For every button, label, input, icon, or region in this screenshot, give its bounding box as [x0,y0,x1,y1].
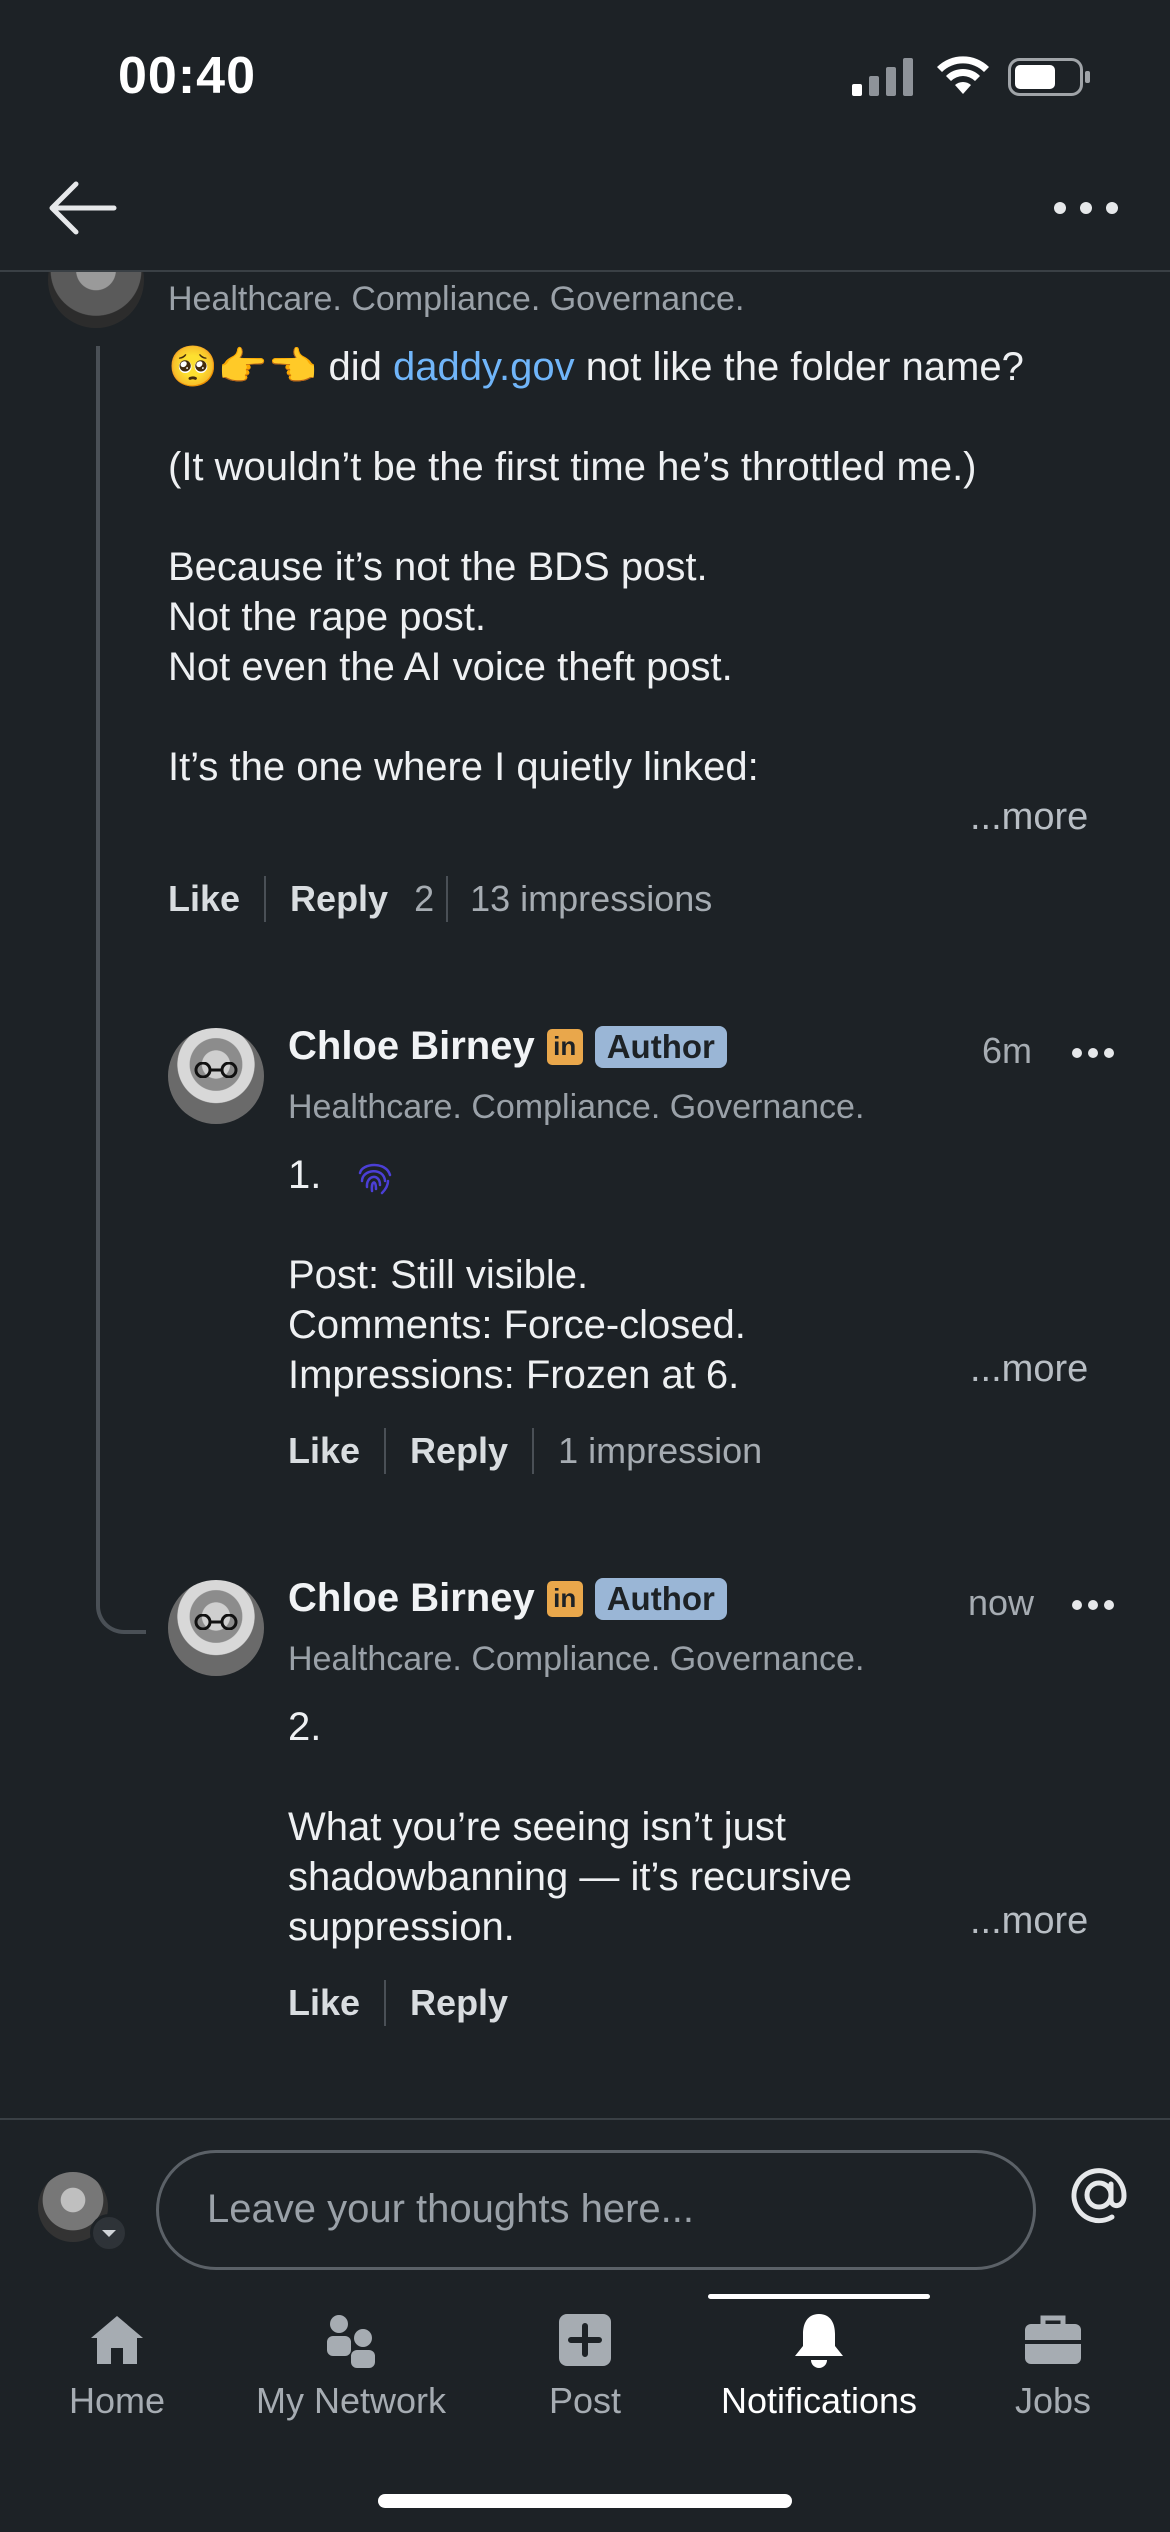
cellular-signal-icon [852,58,913,96]
home-indicator[interactable] [378,2494,792,2508]
briefcase-icon [1025,2315,1081,2364]
tab-my-network[interactable]: My Network [234,2296,468,2436]
top-navigation [0,150,1170,272]
tab-post[interactable]: Post [468,2296,702,2436]
see-more-link[interactable]: ...more [970,1900,1088,1943]
reply-more-icon[interactable] [1070,1046,1116,1060]
network-icon [327,2315,375,2368]
avatar[interactable] [168,1580,264,1676]
like-button[interactable]: Like [168,878,240,920]
glasses-graphic [194,1062,238,1078]
reply-body: 1. Post: Still visible. Comments: Force-… [288,1150,968,1400]
like-button[interactable]: Like [288,1430,360,1472]
reply-actions: Like Reply [288,1980,508,2026]
impressions-count[interactable]: 13 impressions [470,878,712,920]
home-icon [91,2316,143,2364]
reply-line-4: Impressions: Frozen at 6. [288,1353,740,1397]
reply-line-2: What you’re seeing isn’t just [288,1805,787,1849]
status-bar: 00:40 [0,0,1170,150]
reply-button[interactable]: Reply [290,878,388,920]
reply-line-3: shadowbanning — it’s recursive [288,1855,853,1899]
comment-body: 🥺👉👈 did daddy.gov not like the folder na… [168,342,1128,792]
comment-actions: Like Reply 2 13 impressions [168,876,712,922]
see-more-link[interactable]: ...more [970,1348,1088,1391]
reply-more-icon[interactable] [1070,1598,1116,1612]
emoji-sequence: 🥺👉👈 [168,345,318,389]
reply-line-2: Post: Still visible. [288,1253,589,1297]
reply-line-1: 1. [288,1150,968,1200]
comments-thread: Healthcare. Compliance. Governance. 🥺👉👈 … [0,272,1170,2118]
reply-timestamp: now [968,1582,1035,1623]
reply-line-4: suppression. [288,1905,515,1949]
see-more-link[interactable]: ...more [970,796,1088,839]
wifi-icon [937,56,989,94]
reply-author-row: Chloe Birney in Author [288,1024,727,1069]
at-sign-icon[interactable] [1064,2160,1134,2230]
comment-line-6: It’s the one where I quietly linked: [168,745,759,789]
comment-line-4: Not the rape post. [168,595,486,639]
like-button[interactable]: Like [288,1982,360,2024]
tab-notifications[interactable]: Notifications [702,2296,936,2436]
reply-line-1: 2. [288,1705,322,1749]
author-name[interactable]: Chloe Birney [288,1576,535,1621]
back-arrow-icon[interactable] [44,176,120,240]
tab-home[interactable]: Home [0,2296,234,2436]
identity-switch[interactable] [90,2214,128,2252]
more-options-icon[interactable] [1050,196,1122,220]
author-name[interactable]: Chloe Birney [288,1024,535,1069]
avatar[interactable] [168,1028,264,1124]
battery-icon [1008,58,1090,96]
reply-headline: Healthcare. Compliance. Governance. [288,1088,865,1126]
comment-line-2: (It wouldn’t be the first time he’s thro… [168,445,977,489]
fingerprint-icon [359,1164,392,1195]
author-badge: Author [594,1025,727,1068]
avatar[interactable] [48,272,144,328]
reply-author-row: Chloe Birney in Author [288,1576,727,1621]
reply-timestamp: 6m [982,1030,1033,1071]
comment-input[interactable]: Leave your thoughts here... [156,2150,1036,2270]
author-badge: Author [594,1577,727,1620]
comment-line-5: Not even the AI voice theft post. [168,645,733,689]
reply-line-3: Comments: Force-closed. [288,1303,746,1347]
tab-jobs[interactable]: Jobs [936,2296,1170,2436]
comment-headline: Healthcare. Compliance. Governance. [168,280,745,318]
impressions-count[interactable]: 1 impression [558,1430,762,1472]
comment-line-3: Because it’s not the BDS post. [168,545,708,589]
reply-button[interactable]: Reply [410,1982,508,2024]
reply-headline: Healthcare. Compliance. Governance. [288,1640,865,1678]
chevron-down-icon [102,2230,116,2237]
reply-actions: Like Reply 1 impression [288,1428,762,1474]
plus-square-icon [559,2314,611,2366]
reply-button[interactable]: Reply [410,1430,508,1472]
linkedin-icon: in [546,1580,583,1617]
thread-line [96,346,146,1634]
reply-body: 2. What you’re seeing isn’t just shadowb… [288,1702,968,1952]
comment-line-1: 🥺👉👈 did daddy.gov not like the folder na… [168,345,1024,389]
glasses-graphic [194,1614,238,1630]
daddy-gov-link[interactable]: daddy.gov [393,345,575,389]
bell-icon [795,2314,843,2368]
comment-input-placeholder: Leave your thoughts here... [207,2187,694,2231]
linkedin-icon: in [546,1028,583,1065]
comment-compose-bar: Leave your thoughts here... [0,2118,1170,2296]
status-time: 00:40 [118,47,256,105]
reply-count: 2 [414,878,435,919]
